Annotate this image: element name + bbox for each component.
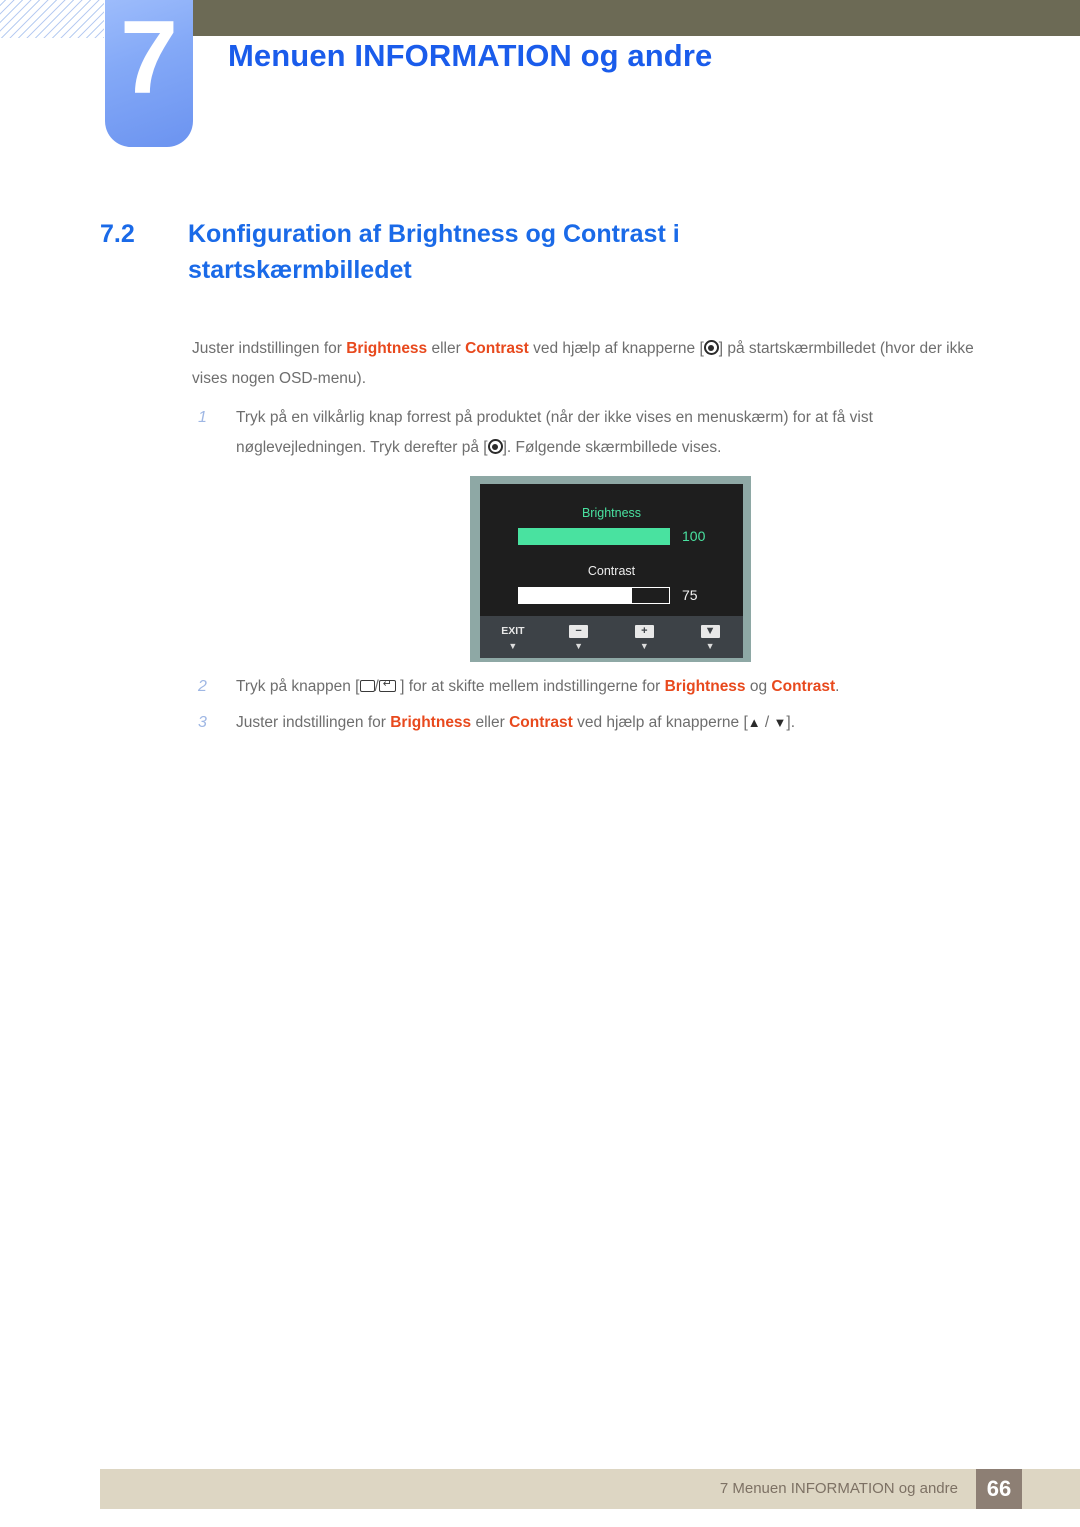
step-2-highlight-brightness: Brightness <box>664 678 746 695</box>
osd-brightness-value: 100 <box>682 528 706 544</box>
steps-list-lower: 2 Tryk på knappen [ / ] for at skifte mel… <box>192 672 982 738</box>
intro-highlight-brightness: Brightness <box>346 340 428 357</box>
step-1-text-2: ]. Følgende skærmbillede vises. <box>502 439 722 456</box>
chapter-number: 7 <box>120 0 178 116</box>
arrow-up-icon: ▲ <box>747 715 761 730</box>
intro-highlight-contrast: Contrast <box>465 340 529 357</box>
intro-text-1: Juster indstillingen for <box>192 340 347 357</box>
caret-down-icon: ▼ <box>574 641 584 651</box>
arrow-down-icon: ▼ <box>773 715 787 730</box>
osd-brightness-label: Brightness <box>581 506 642 520</box>
list-item: 1 Tryk på en vilkårlig knap forrest på p… <box>192 403 982 463</box>
osd-screen: Brightness 100 Contrast 75 EXIT ▼ − ▼ + … <box>480 484 743 658</box>
step-2-text-3: og <box>745 678 772 695</box>
body-content-lower: 2 Tryk på knappen [ / ] for at skifte mel… <box>192 672 982 744</box>
chapter-number-badge: 7 <box>105 0 193 147</box>
jog-button-icon <box>703 340 719 355</box>
osd-contrast-value: 75 <box>682 587 698 603</box>
intro-text-2: eller <box>427 340 466 357</box>
footer-chapter-label: 7 Menuen INFORMATION og andre <box>719 1480 958 1497</box>
osd-contrast-bar-fill <box>519 588 632 603</box>
osd-exit-label: EXIT <box>501 625 525 637</box>
caret-down-icon: ▼ <box>639 641 649 651</box>
intro-text-3: ved hjælp af knapperne [ <box>528 340 704 357</box>
step-2-text-4: . <box>835 678 840 695</box>
section-heading: 7.2 Konfiguration af Brightness og Contr… <box>100 216 860 288</box>
step-3-separator: / <box>760 714 774 731</box>
jog-button-icon <box>487 439 503 454</box>
section-title: Konfiguration af Brightness og Contrast … <box>188 220 680 284</box>
osd-down-button[interactable]: ▼ ▼ <box>677 616 743 658</box>
arrow-down-icon: ▼ <box>700 625 720 638</box>
plus-icon: + <box>634 625 654 638</box>
osd-exit-button[interactable]: EXIT ▼ <box>480 616 546 658</box>
step-2-text-1: Tryk på knappen [ <box>236 678 360 695</box>
osd-contrast-bar[interactable] <box>518 587 670 604</box>
chapter-title: Menuen INFORMATION og andre <box>228 38 713 73</box>
osd-minus-button[interactable]: − ▼ <box>546 616 612 658</box>
source-button-icon <box>359 680 375 692</box>
steps-list: 1 Tryk på en vilkårlig knap forrest på p… <box>192 403 982 463</box>
step-number-3: 3 <box>198 714 207 731</box>
enter-button-icon <box>378 680 396 692</box>
list-item: 2 Tryk på knappen [/ ] for at skifte mel… <box>192 672 982 702</box>
step-2-text-2: ] for at skifte mellem indstillingerne f… <box>395 678 665 695</box>
osd-screenshot: Brightness 100 Contrast 75 EXIT ▼ − ▼ + … <box>470 476 751 662</box>
step-number-1: 1 <box>198 409 207 426</box>
osd-footer-bar: EXIT ▼ − ▼ + ▼ ▼ ▼ <box>480 616 743 658</box>
step-3-text-2: eller <box>471 714 510 731</box>
osd-contrast-label: Contrast <box>587 564 636 578</box>
caret-down-icon: ▼ <box>508 641 518 651</box>
hatch-decoration <box>0 0 104 38</box>
step-3-text-4: ]. <box>786 714 796 731</box>
header-bar <box>193 0 1080 36</box>
step-3-text-1: Juster indstillingen for <box>236 714 391 731</box>
caret-down-icon: ▼ <box>705 641 715 651</box>
minus-icon: − <box>569 625 589 638</box>
step-3-text-3: ved hjælp af knapperne [ <box>572 714 748 731</box>
intro-paragraph: Juster indstillingen for Brightness elle… <box>192 334 982 394</box>
step-2-highlight-contrast: Contrast <box>771 678 836 695</box>
page-number: 66 <box>976 1469 1022 1509</box>
step-3-highlight-brightness: Brightness <box>390 714 472 731</box>
section-number: 7.2 <box>100 220 135 248</box>
page-footer: 7 Menuen INFORMATION og andre 66 <box>100 1469 1080 1509</box>
osd-plus-button[interactable]: + ▼ <box>612 616 678 658</box>
list-item: 3 Juster indstillingen for Brightness el… <box>192 708 982 738</box>
step-3-highlight-contrast: Contrast <box>509 714 573 731</box>
body-content: Juster indstillingen for Brightness elle… <box>192 334 982 469</box>
step-number-2: 2 <box>198 678 207 695</box>
osd-brightness-bar[interactable] <box>518 528 670 545</box>
